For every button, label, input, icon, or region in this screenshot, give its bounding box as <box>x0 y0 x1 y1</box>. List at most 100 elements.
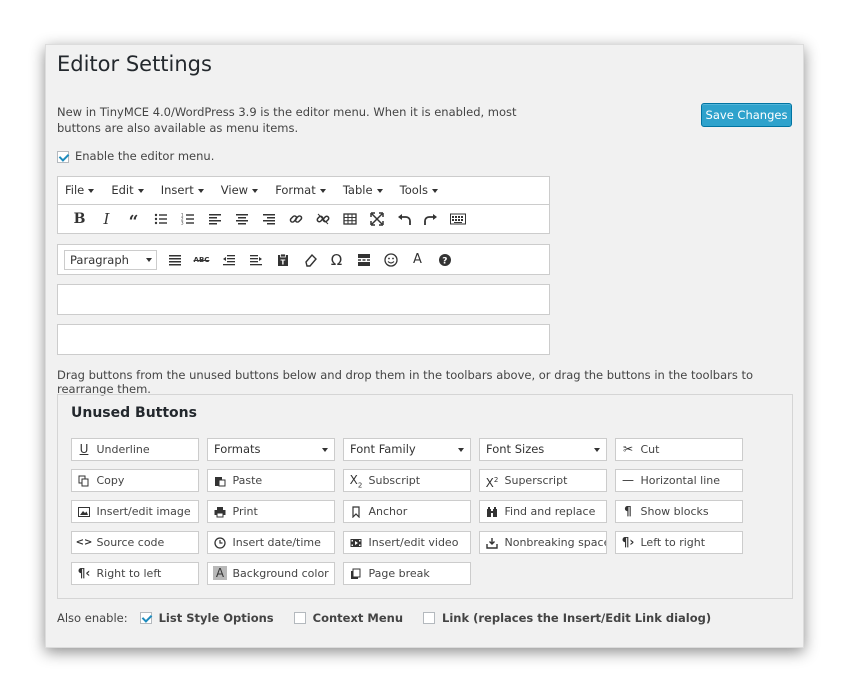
paragraph-format-select[interactable]: Paragraph <box>64 249 157 270</box>
undo-icon[interactable] <box>390 207 417 231</box>
unused-button-nonbreaking[interactable]: Nonbreaking space <box>479 531 607 554</box>
menu-view[interactable]: View <box>221 177 259 203</box>
option-list-style[interactable]: List Style Options <box>139 611 274 625</box>
film-icon <box>347 532 365 553</box>
enable-menu-row[interactable]: Enable the editor menu. <box>57 149 214 163</box>
menu-format[interactable]: Format <box>275 177 326 203</box>
option-context-menu[interactable]: Context Menu <box>293 611 403 625</box>
button-label: Formats <box>214 442 261 456</box>
chevron-down-icon <box>88 188 95 193</box>
unused-button-paste[interactable]: Paste <box>207 469 335 492</box>
image-icon <box>75 501 93 522</box>
clear-formatting-icon[interactable] <box>296 248 323 272</box>
redo-icon[interactable] <box>417 207 444 231</box>
bold-icon[interactable]: B <box>66 207 93 231</box>
chevron-down-icon <box>594 448 600 452</box>
print-icon <box>211 501 229 522</box>
link-icon[interactable] <box>282 207 309 231</box>
also-enable-label: Also enable: <box>57 611 128 625</box>
unused-buttons-heading: Unused Buttons <box>71 405 197 421</box>
list-style-checkbox[interactable] <box>139 612 152 624</box>
justify-icon[interactable] <box>161 248 188 272</box>
menu-label: Edit <box>111 183 134 197</box>
button-label: Subscript <box>368 474 421 487</box>
format-select-value: Paragraph <box>70 252 129 267</box>
menu-table[interactable]: Table <box>343 177 383 203</box>
unused-button-font-sizes[interactable]: Font Sizes <box>479 438 607 461</box>
unused-button-show-blocks[interactable]: ¶ Show blocks <box>615 500 743 523</box>
unused-button-copy[interactable]: Copy <box>71 469 199 492</box>
option-link[interactable]: Link (replaces the Insert/Edit Link dial… <box>423 611 711 625</box>
fullscreen-icon[interactable] <box>363 207 390 231</box>
unlink-icon[interactable] <box>309 207 336 231</box>
unused-button-anchor[interactable]: Anchor <box>343 500 471 523</box>
unused-button-ltr[interactable]: ¶› Left to right <box>615 531 743 554</box>
button-label: Superscript <box>504 474 568 487</box>
unused-button-insert-datetime[interactable]: Insert date/time <box>207 531 335 554</box>
read-more-icon[interactable] <box>350 248 377 272</box>
special-character-icon[interactable]: Ω <box>323 248 350 272</box>
unused-button-underline[interactable]: U Underline <box>71 438 199 461</box>
unused-button-background-color[interactable]: A Background color <box>207 562 335 585</box>
unused-button-superscript[interactable]: X2 Superscript <box>479 469 607 492</box>
unused-button-cut[interactable]: ✂ Cut <box>615 438 743 461</box>
table-icon[interactable] <box>336 207 363 231</box>
toolbar-toggle-icon[interactable] <box>444 207 471 231</box>
button-label: Font Family <box>350 442 416 456</box>
button-label: Paste <box>232 474 263 487</box>
blockquote-icon[interactable]: “ <box>120 207 147 231</box>
chevron-down-icon <box>252 188 259 193</box>
emoticons-icon[interactable] <box>377 248 404 272</box>
subscript-icon: X2 <box>349 473 363 490</box>
button-label: Right to left <box>96 567 162 580</box>
unused-button-horizontal-line[interactable]: — Horizontal line <box>615 469 743 492</box>
unused-button-source-code[interactable]: <> Source code <box>71 531 199 554</box>
unused-button-insert-video[interactable]: Insert/edit video <box>343 531 471 554</box>
align-right-icon[interactable] <box>255 207 282 231</box>
intro-text: New in TinyMCE 4.0/WordPress 3.9 is the … <box>57 105 517 135</box>
also-enable-row: Also enable: List Style Options Context … <box>57 611 711 625</box>
align-left-icon[interactable] <box>201 207 228 231</box>
menu-label: Table <box>342 183 373 197</box>
button-label: Find and replace <box>504 505 596 518</box>
italic-icon[interactable]: I <box>93 207 120 231</box>
scissors-icon: ✂ <box>622 442 634 456</box>
button-label: Source code <box>96 536 165 549</box>
indent-icon[interactable] <box>242 248 269 272</box>
editor-menubar: File Edit Insert View Format Table Tools <box>57 176 550 204</box>
align-center-icon[interactable] <box>228 207 255 231</box>
unused-button-print[interactable]: Print <box>207 500 335 523</box>
strikethrough-icon[interactable]: ABC <box>188 248 215 272</box>
unused-button-insert-image[interactable]: Insert/edit image <box>71 500 199 523</box>
context-menu-checkbox[interactable] <box>293 612 306 624</box>
menu-edit[interactable]: Edit <box>111 177 144 203</box>
bullet-list-icon[interactable] <box>147 207 174 231</box>
unused-button-page-break[interactable]: Page break <box>343 562 471 585</box>
menu-tools[interactable]: Tools <box>400 177 438 203</box>
outdent-icon[interactable] <box>215 248 242 272</box>
unused-button-find-replace[interactable]: Find and replace <box>479 500 607 523</box>
superscript-icon: X2 <box>485 476 499 490</box>
help-icon[interactable]: ? <box>431 248 458 272</box>
chevron-down-icon <box>146 257 152 262</box>
option-label: List Style Options <box>158 611 274 625</box>
menu-file[interactable]: File <box>65 177 95 203</box>
unused-button-font-family[interactable]: Font Family <box>343 438 471 461</box>
numbered-list-icon[interactable]: 123 <box>174 207 201 231</box>
paste-text-icon[interactable]: T <box>269 248 296 272</box>
bookmark-icon <box>347 501 365 522</box>
unused-button-subscript[interactable]: X2 Subscript <box>343 469 471 492</box>
text-color-icon[interactable]: A <box>404 248 431 272</box>
copy-icon <box>75 470 93 491</box>
binoculars-icon <box>483 501 501 522</box>
chevron-down-icon <box>432 188 438 193</box>
page-title: Editor Settings <box>57 52 212 76</box>
unused-button-rtl[interactable]: ¶‹ Right to left <box>71 562 199 585</box>
unused-button-formats[interactable]: Formats <box>207 438 335 461</box>
toolbar-4-empty[interactable] <box>57 324 550 355</box>
enable-menu-checkbox[interactable] <box>57 150 69 163</box>
link-checkbox[interactable] <box>423 612 436 624</box>
save-changes-button[interactable]: Save Changes <box>701 103 792 127</box>
menu-insert[interactable]: Insert <box>161 177 204 203</box>
toolbar-3-empty[interactable] <box>57 284 550 315</box>
